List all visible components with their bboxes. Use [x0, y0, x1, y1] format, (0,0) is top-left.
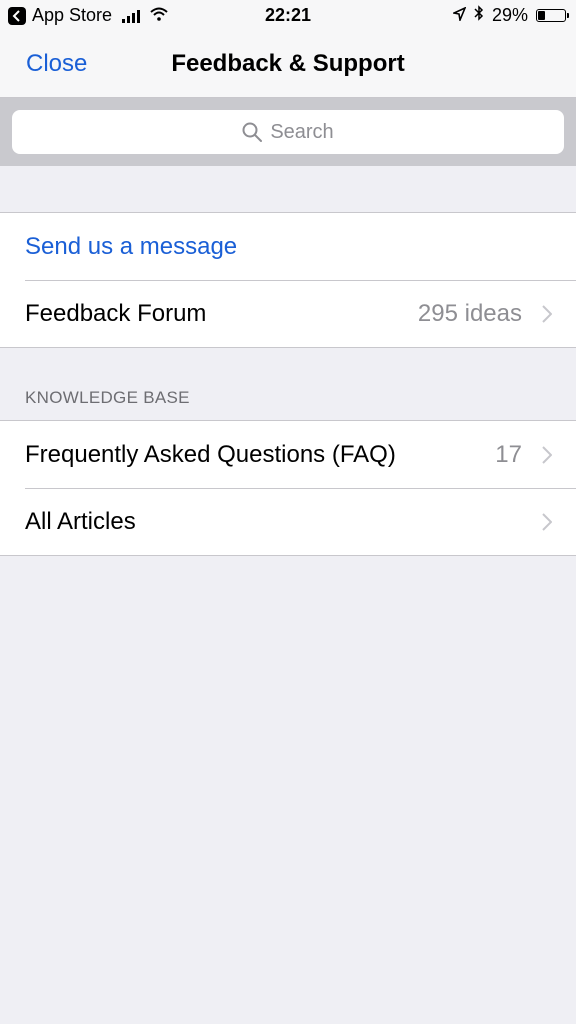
- faq-label: Frequently Asked Questions (FAQ): [25, 440, 396, 468]
- support-actions-group: Send us a message Feedback Forum 295 ide…: [0, 212, 576, 348]
- chevron-right-icon: [542, 304, 552, 323]
- status-bar: App Store 22:21 29%: [0, 0, 576, 34]
- send-message-label: Send us a message: [25, 232, 238, 260]
- bluetooth-icon: [474, 5, 484, 26]
- knowledge-base-header: KNOWLEDGE BASE: [25, 388, 190, 407]
- all-articles-row[interactable]: All Articles: [0, 488, 576, 555]
- send-message-row[interactable]: Send us a message: [0, 213, 576, 280]
- feedback-forum-label: Feedback Forum: [25, 299, 207, 327]
- search-bar-container: Search: [0, 98, 576, 166]
- search-placeholder: Search: [270, 120, 334, 143]
- faq-row[interactable]: Frequently Asked Questions (FAQ) 17: [0, 421, 576, 488]
- all-articles-label: All Articles: [25, 507, 136, 535]
- chevron-right-icon: [542, 512, 552, 531]
- battery-percent: 29%: [491, 5, 528, 25]
- battery-fill: [538, 11, 545, 20]
- search-input[interactable]: Search: [12, 110, 564, 154]
- battery-icon: [536, 9, 569, 22]
- feedback-forum-count: 295 ideas: [417, 299, 522, 327]
- feedback-support-screen: App Store 22:21 29% Close Feedback & Sup…: [0, 0, 576, 1024]
- faq-count: 17: [495, 440, 522, 468]
- status-right: 29%: [451, 5, 569, 26]
- navigation-bar: Close Feedback & Support: [0, 34, 576, 98]
- feedback-forum-row[interactable]: Feedback Forum 295 ideas: [0, 280, 576, 347]
- knowledge-base-group: Frequently Asked Questions (FAQ) 17 All …: [0, 420, 576, 556]
- chevron-right-icon: [542, 445, 552, 464]
- search-icon: [242, 122, 263, 142]
- page-title: Feedback & Support: [171, 50, 405, 77]
- location-arrow-icon: [451, 5, 467, 26]
